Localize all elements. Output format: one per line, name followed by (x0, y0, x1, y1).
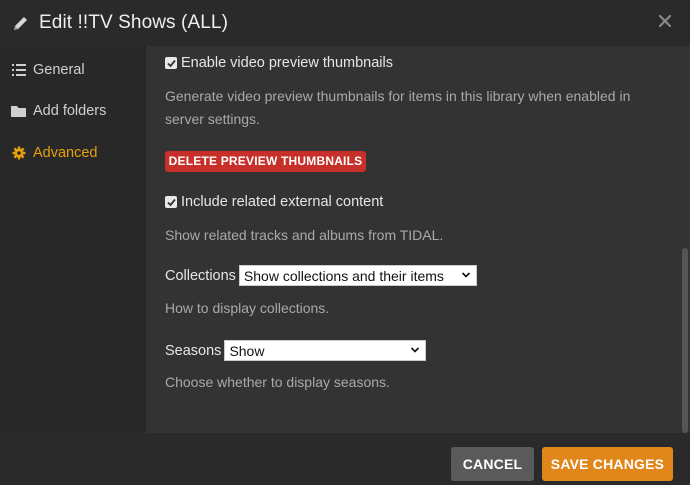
collections-row: Collections Show collections and their i… (165, 265, 477, 286)
chevron-down-icon (411, 347, 420, 353)
settings-panel: Enable video preview thumbnails Generate… (146, 46, 690, 433)
related-content-row: Include related external content (165, 194, 383, 210)
list-icon (11, 62, 27, 78)
save-changes-button[interactable]: SAVE CHANGES (542, 447, 673, 481)
collections-value: Show collections and their items (243, 267, 444, 284)
seasons-label: Seasons (165, 342, 222, 359)
seasons-value: Show (229, 342, 265, 359)
checkmark-icon (166, 198, 176, 206)
seasons-select[interactable]: Show (224, 340, 427, 361)
sidebar-item-label: Add folders (33, 103, 107, 119)
collections-select[interactable]: Show collections and their items (238, 265, 477, 286)
related-content-checkbox[interactable] (165, 196, 177, 208)
related-content-label: Include related external content (181, 194, 384, 210)
sidebar-item-label: General (33, 62, 85, 78)
sidebar-item-add-folders[interactable]: Add folders (11, 99, 106, 123)
video-thumbnails-row: Enable video preview thumbnails (165, 55, 393, 71)
cancel-button[interactable]: CANCEL (451, 447, 534, 481)
folder-icon (11, 103, 27, 119)
sidebar-item-label: Advanced (33, 145, 98, 161)
sidebar-item-advanced[interactable]: Advanced (11, 141, 98, 165)
gear-icon (11, 145, 27, 161)
collections-help: How to display collections. (165, 300, 330, 316)
sidebar-item-general[interactable]: General (11, 58, 85, 82)
dialog-title: Edit !!TV Shows (ALL) (39, 12, 229, 33)
pencil-icon (11, 13, 31, 33)
video-thumbnails-help: Generate video preview thumbnails for it… (165, 88, 631, 127)
checkmark-icon (166, 59, 176, 67)
video-thumbnails-checkbox[interactable] (165, 57, 177, 69)
video-thumbnails-label: Enable video preview thumbnails (181, 55, 393, 71)
collections-label: Collections (165, 267, 236, 284)
scrollbar-thumb[interactable] (682, 248, 688, 433)
sidebar: General Add folders Advanced (0, 46, 146, 433)
dialog-footer: CANCEL SAVE CHANGES (0, 433, 690, 485)
dialog-header: Edit !!TV Shows (ALL) (0, 0, 690, 46)
related-content-help: Show related tracks and albums from TIDA… (165, 227, 444, 243)
close-icon[interactable] (656, 12, 674, 30)
seasons-help: Choose whether to display seasons. (165, 374, 390, 390)
chevron-down-icon (461, 272, 470, 278)
delete-preview-thumbnails-button[interactable]: DELETE PREVIEW THUMBNAILS (165, 151, 366, 172)
seasons-row: Seasons Show (165, 340, 427, 361)
